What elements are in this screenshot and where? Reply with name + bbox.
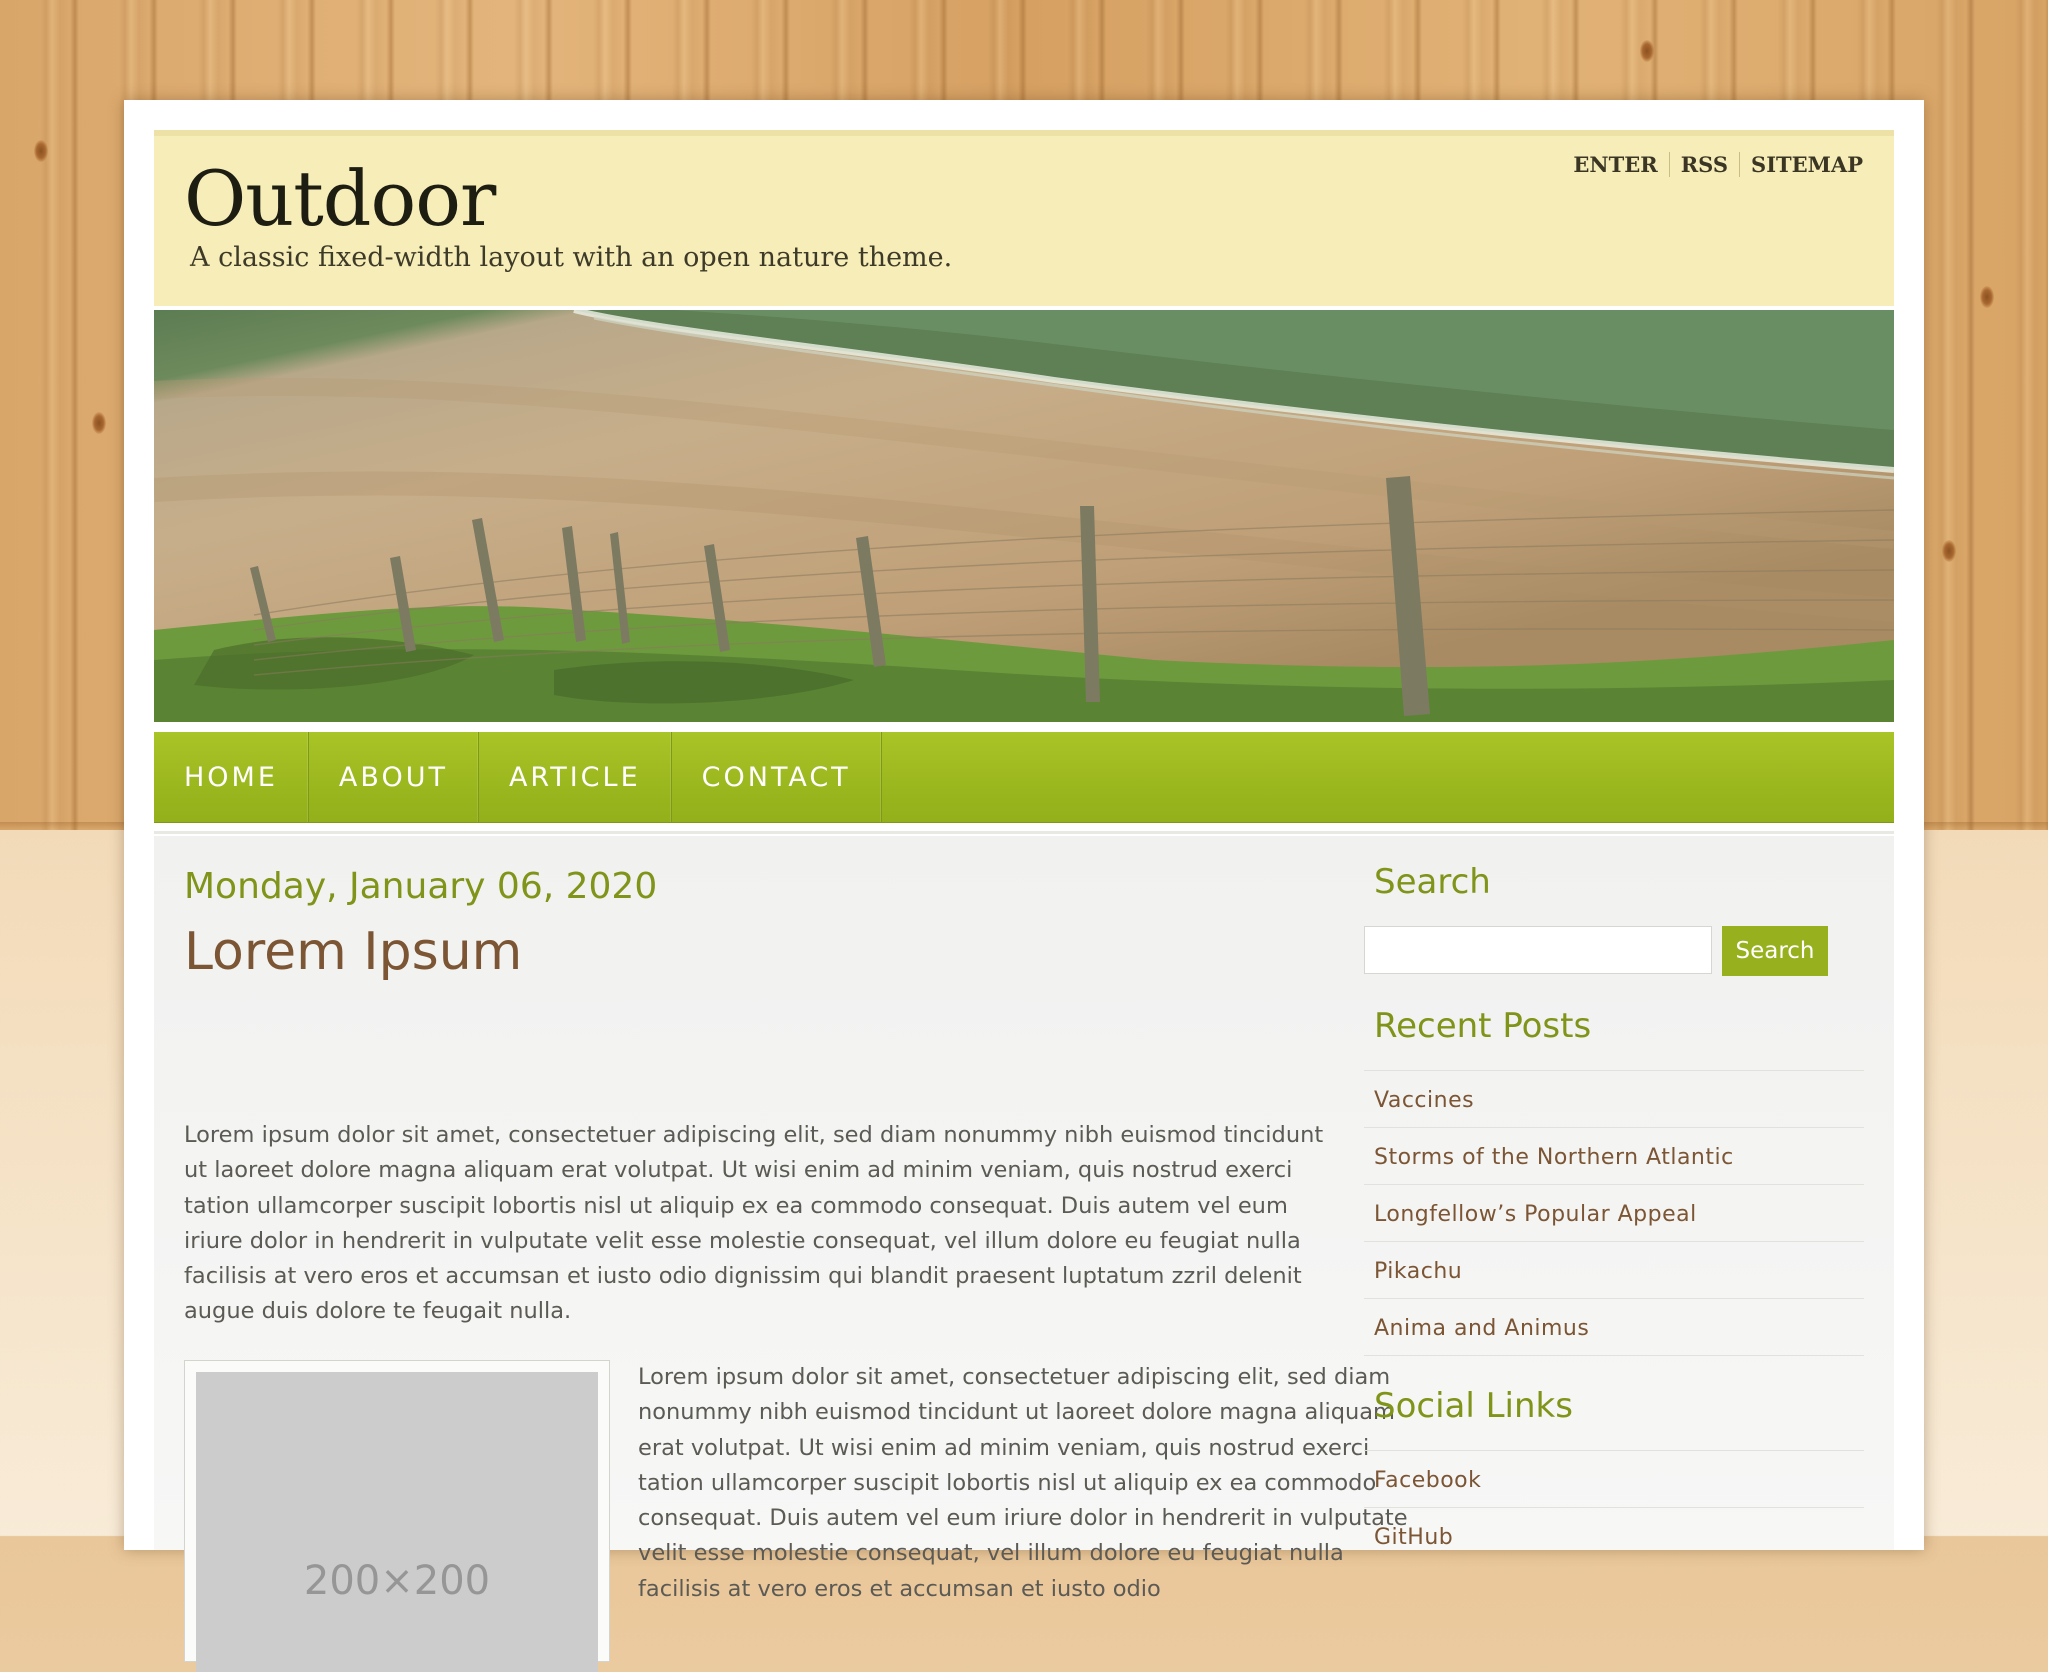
nav-article[interactable]: ARTICLE [479, 732, 672, 822]
page-container: Outdoor A classic fixed-width layout wit… [124, 100, 1924, 1672]
rss-link[interactable]: RSS [1668, 152, 1739, 177]
recent-post-link[interactable]: Pikachu [1374, 1259, 1462, 1284]
recent-post-link[interactable]: Vaccines [1374, 1088, 1474, 1113]
recent-posts-list: Vaccines Storms of the Northern Atlantic… [1364, 1070, 1864, 1356]
nav-contact[interactable]: CONTACT [672, 732, 882, 822]
list-item: Longfellow’s Popular Appeal [1364, 1184, 1864, 1241]
list-item: Facebook [1364, 1450, 1864, 1507]
recent-posts-heading: Recent Posts [1374, 1006, 1592, 1046]
search-button[interactable]: Search [1722, 926, 1828, 976]
post-paragraph-1: Lorem ipsum dolor sit amet, consectetuer… [184, 1122, 1324, 1325]
facebook-link[interactable]: Facebook [1374, 1468, 1481, 1493]
list-item: Anima and Animus [1364, 1298, 1864, 1356]
nav-home[interactable]: HOME [154, 732, 309, 822]
site-header: Outdoor A classic fixed-width layout wit… [154, 130, 1894, 306]
post-paragraph-2: Lorem ipsum dolor sit amet, consectetuer… [638, 1364, 1408, 1602]
social-links-heading: Social Links [1374, 1386, 1573, 1426]
post-title[interactable]: Lorem Ipsum [184, 922, 522, 982]
nav-about[interactable]: ABOUT [309, 732, 479, 822]
search-input[interactable] [1364, 926, 1712, 974]
post-image-frame: 200×200 [184, 1360, 610, 1672]
sitemap-link[interactable]: SITEMAP [1739, 152, 1874, 177]
site-tagline: A classic fixed-width layout with an ope… [190, 242, 953, 273]
search-heading: Search [1374, 862, 1491, 902]
hero-beach-image [154, 310, 1894, 722]
list-item: Vaccines [1364, 1070, 1864, 1127]
list-item: Pikachu [1364, 1241, 1864, 1298]
recent-post-link[interactable]: Longfellow’s Popular Appeal [1374, 1202, 1697, 1227]
social-links-list: Facebook GitHub [1364, 1450, 1864, 1564]
recent-post-link[interactable]: Anima and Animus [1374, 1316, 1589, 1341]
main-nav: HOME ABOUT ARTICLE CONTACT [154, 732, 1894, 823]
post-image-placeholder: 200×200 [196, 1372, 598, 1672]
placeholder-size-label: 200×200 [303, 1558, 491, 1604]
top-links: ENTER RSS SITEMAP [1562, 152, 1874, 177]
enter-link[interactable]: ENTER [1562, 152, 1668, 177]
github-link[interactable]: GitHub [1374, 1525, 1453, 1550]
recent-post-link[interactable]: Storms of the Northern Atlantic [1374, 1145, 1734, 1170]
list-item: Storms of the Northern Atlantic [1364, 1127, 1864, 1184]
site-title[interactable]: Outdoor [184, 154, 496, 243]
nav-divider [154, 831, 1894, 834]
post-date: Monday, January 06, 2020 [184, 866, 658, 907]
